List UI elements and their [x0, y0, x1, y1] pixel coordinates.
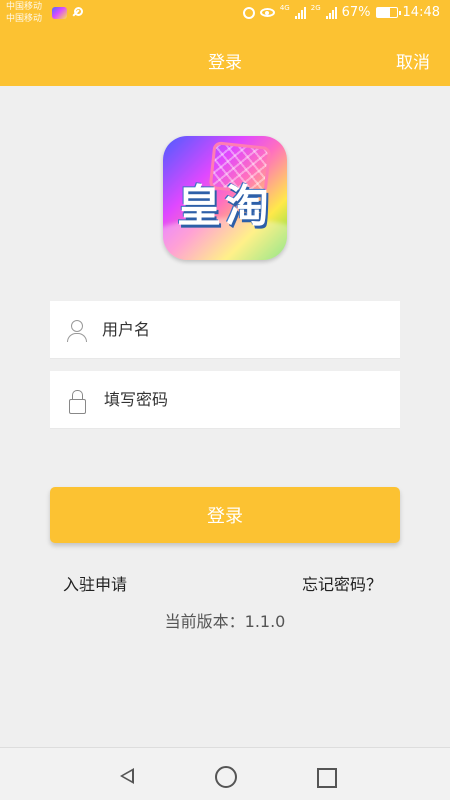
carrier-info: 中国移动 中国移动 — [6, 1, 42, 25]
recent-square-icon[interactable] — [311, 762, 339, 790]
cancel-button[interactable]: 取消 — [396, 48, 430, 73]
forgot-password-link[interactable]: 忘记密码？ — [302, 571, 382, 595]
app-version: 当前版本：1.1.0 — [164, 612, 286, 631]
battery-percent: 67% — [341, 5, 371, 20]
home-circle-icon[interactable] — [211, 762, 239, 790]
network-2-label: 2G — [310, 4, 321, 12]
lock-icon — [50, 371, 102, 429]
username-input[interactable] — [102, 320, 382, 339]
battery-icon — [375, 7, 401, 18]
password-input[interactable] — [102, 390, 382, 409]
logo-text: 皇淘 — [177, 181, 273, 232]
login-button[interactable]: 登录 — [50, 487, 400, 543]
eye-comfort-icon — [259, 8, 275, 17]
app-notification-icon — [52, 7, 67, 19]
user-icon — [50, 301, 102, 359]
battery-level — [376, 8, 390, 17]
status-bar: 中国移动 中国移动 4G 2G 67% 14:48 — [0, 0, 450, 30]
status-right: 4G 2G 67% 14:48 — [242, 4, 440, 20]
page-title: 登录 — [208, 53, 242, 73]
title-bar: 登录 取消 — [0, 30, 450, 86]
alarm-icon — [242, 6, 255, 19]
network-1-label: 4G — [279, 4, 290, 12]
join-application-link[interactable]: 入驻申请 — [63, 571, 127, 595]
notification-icons — [52, 7, 83, 19]
clock: 14:48 — [402, 5, 440, 20]
app-logo: 皇淘 — [163, 136, 287, 260]
carrier-1: 中国移动 — [6, 2, 43, 12]
signal-1-icon — [294, 6, 306, 19]
carrier-2: 中国移动 — [6, 14, 43, 24]
system-navigation-bar — [0, 747, 450, 800]
username-field — [50, 301, 400, 359]
password-field — [50, 371, 400, 429]
signal-2-icon — [325, 6, 337, 19]
key-icon — [71, 7, 83, 19]
back-triangle-icon[interactable] — [112, 762, 140, 790]
